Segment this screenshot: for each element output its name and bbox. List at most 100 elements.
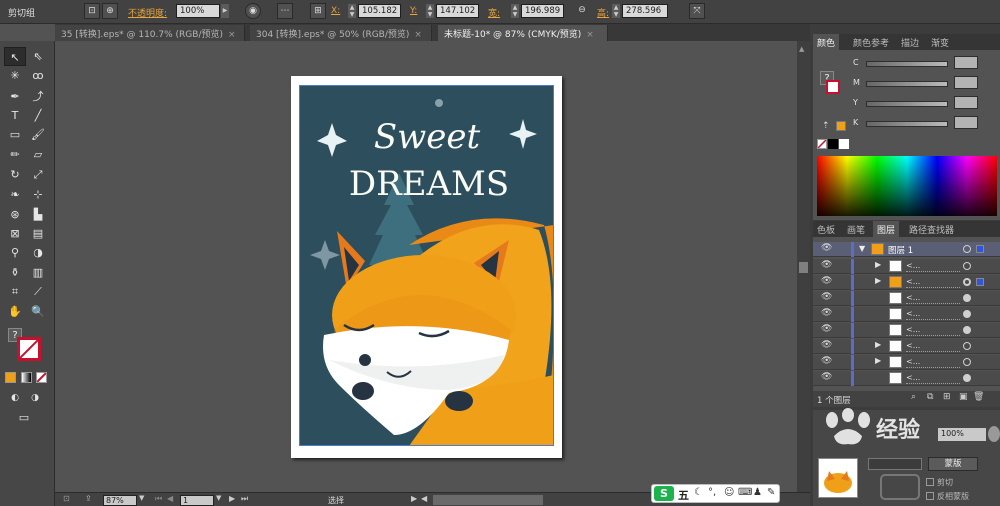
next-page-icon[interactable]: ▶ <box>229 494 235 503</box>
blend-tool-icon[interactable]: ◑ <box>27 243 49 262</box>
layer-row[interactable]: 👁 ▶ <... <box>813 339 1000 354</box>
share-icon[interactable]: ⇪ <box>85 494 92 503</box>
black-swatch[interactable] <box>828 139 838 149</box>
punctuation-icon[interactable]: °, <box>708 487 716 498</box>
white-swatch[interactable] <box>839 139 849 149</box>
sublayer-name[interactable]: <... <box>906 293 960 304</box>
delete-layer-icon[interactable]: 🗑 <box>973 392 984 402</box>
visibility-eye-icon[interactable]: 👁 <box>821 292 832 302</box>
visibility-eye-icon[interactable]: 👁 <box>821 260 832 270</box>
out-of-gamut-icon[interactable]: ⇡ <box>822 121 830 131</box>
emoji-icon[interactable]: ☺ <box>724 487 734 498</box>
mesh-tool-icon[interactable]: ⊠ <box>4 224 26 243</box>
curvature-tool-icon[interactable]: ⤴ <box>27 87 49 106</box>
visibility-eye-icon[interactable]: 👁 <box>821 356 832 366</box>
target-circle-icon[interactable] <box>963 262 971 270</box>
scroll-up-icon[interactable]: ▲ <box>799 45 804 53</box>
layer-row[interactable]: 👁 ▶ <... <box>813 355 1000 370</box>
tab-stroke[interactable]: 描边 <box>897 34 923 50</box>
edit-contents-icon[interactable]: ⊕ <box>102 3 118 19</box>
y-label[interactable]: Y: <box>410 6 417 16</box>
magenta-input[interactable] <box>954 76 978 89</box>
transparency-opacity-input[interactable]: 100% <box>938 428 986 441</box>
tab-doc-35[interactable]: 35 [转换].eps* @ 110.7% (RGB/预览) × <box>55 25 245 41</box>
new-layer-icon[interactable]: ▣ <box>959 392 968 402</box>
expand-arrow-icon[interactable]: ▶ <box>875 340 881 349</box>
y-spinner-icon[interactable]: ▲ ▼ <box>426 4 434 18</box>
close-icon[interactable]: × <box>586 30 594 40</box>
tab-layers[interactable]: 图层 <box>873 221 900 237</box>
chart-tool-icon[interactable]: ▙ <box>27 205 49 224</box>
pen-tool-icon[interactable]: ✒ <box>4 87 26 106</box>
visibility-eye-icon[interactable]: 👁 <box>821 276 832 286</box>
ime-toolbar[interactable]: S 五 ☾ °, ☺ ⌨ ♟ ✎ <box>651 484 780 503</box>
layer-row[interactable]: 👁 <... <box>813 307 1000 322</box>
warp-tool-icon[interactable]: ❧ <box>4 185 26 204</box>
lasso-tool-icon[interactable]: ꝏ <box>27 66 49 85</box>
skin-icon[interactable]: ♟ <box>753 487 762 498</box>
page-dropdown-icon[interactable]: ▼ <box>216 494 221 502</box>
opacity-dropdown-icon[interactable]: ▶ <box>221 4 229 18</box>
mask-link-field[interactable] <box>868 458 922 470</box>
tab-doc-untitled-10[interactable]: 未标题-10* @ 87% (CMYK/预览) × <box>438 25 608 41</box>
tab-brushes[interactable]: 画笔 <box>843 221 869 237</box>
line-tool-icon[interactable]: ╱ <box>27 106 49 125</box>
keyboard-icon[interactable]: ⌨ <box>738 487 752 498</box>
status-menu-icon[interactable]: ▶ <box>411 494 417 503</box>
artboard-nav-icon[interactable]: ⊡ <box>63 494 70 503</box>
layer-row[interactable]: 👁 ▶ <... <box>813 275 1000 290</box>
x-spinner-icon[interactable]: ▲ ▼ <box>348 4 356 18</box>
artboard-tool-icon[interactable]: ⌗ <box>4 282 26 301</box>
recolor-icon[interactable]: ◉ <box>245 3 261 19</box>
scale-tool-icon[interactable]: ⤢ <box>27 165 49 184</box>
shape-builder-tool-icon[interactable]: ⊛ <box>4 205 26 224</box>
direct-selection-tool-icon[interactable]: ⇖ <box>27 47 49 66</box>
zoom-input[interactable]: 87% <box>103 495 137 506</box>
visibility-eye-icon[interactable]: 👁 <box>821 243 832 253</box>
tab-swatches[interactable]: 色板 <box>813 221 839 237</box>
cyan-slider[interactable] <box>866 61 948 67</box>
height-input[interactable]: 278.596 <box>622 4 668 18</box>
target-circle-icon[interactable] <box>963 294 971 302</box>
height-spinner-icon[interactable]: ▲ ▼ <box>612 4 620 18</box>
eyedropper-tool-icon[interactable]: ⚲ <box>4 243 26 262</box>
selection-tool-icon[interactable]: ↖ <box>4 47 26 66</box>
opacity-dropdown-icon[interactable] <box>988 426 1000 442</box>
visibility-eye-icon[interactable]: 👁 <box>821 372 832 382</box>
page-input[interactable]: 1 <box>180 495 214 506</box>
slice-tool-icon[interactable]: ⟋ <box>27 282 49 301</box>
selection-indicator[interactable] <box>976 278 984 286</box>
prev-page-icon[interactable]: ◀ <box>167 494 173 503</box>
color-mode-icon[interactable] <box>5 372 16 383</box>
hand-tool-icon[interactable]: ✋ <box>4 302 26 321</box>
draw-behind-icon[interactable]: ◑ <box>24 389 46 408</box>
selection-bounding-box[interactable] <box>299 85 554 446</box>
width-spinner-icon[interactable]: ▲ ▼ <box>511 4 519 18</box>
black-slider[interactable] <box>866 121 948 127</box>
sublayer-name[interactable]: <... <box>906 277 960 288</box>
paintbrush-tool-icon[interactable]: 🖌 <box>27 125 49 144</box>
magic-wand-tool-icon[interactable]: ✳ <box>4 66 26 85</box>
visibility-eye-icon[interactable]: 👁 <box>821 308 832 318</box>
y-input[interactable]: 147.102 <box>436 4 479 18</box>
x-label[interactable]: X: <box>331 6 340 16</box>
layer-row[interactable]: 👁 ▶ <... <box>813 259 1000 274</box>
last-page-icon[interactable]: ⏭ <box>241 494 248 504</box>
target-circle-icon[interactable] <box>963 326 971 334</box>
screen-mode-icon[interactable]: ▭ <box>13 408 35 427</box>
expand-arrow-icon[interactable]: ▶ <box>875 260 881 269</box>
target-circle-icon[interactable] <box>963 245 971 253</box>
opacity-input[interactable]: 100% <box>176 4 220 18</box>
gradient-tool-icon[interactable]: ▤ <box>27 224 49 243</box>
stroke-swatch[interactable] <box>17 337 41 361</box>
magenta-slider[interactable] <box>866 81 948 87</box>
mask-thumbnail-slot[interactable] <box>880 474 920 500</box>
target-circle-icon[interactable] <box>963 358 971 366</box>
vertical-scrollbar[interactable]: ▲ <box>797 41 810 492</box>
ime-mode-label[interactable]: 五 <box>678 487 689 503</box>
sublayer-name[interactable]: <... <box>906 309 960 320</box>
target-circle-icon[interactable] <box>963 374 971 382</box>
zoom-tool-icon[interactable]: 🔍 <box>27 302 49 321</box>
horizontal-scroll-thumb[interactable] <box>433 495 543 505</box>
width-input[interactable]: 196.989 <box>521 4 564 18</box>
